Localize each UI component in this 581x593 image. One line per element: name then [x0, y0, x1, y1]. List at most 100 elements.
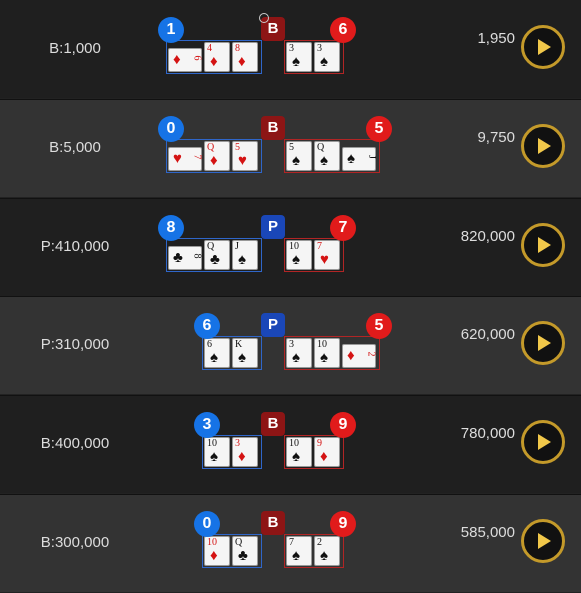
playing-card: Q ♦ [204, 141, 230, 171]
replay-button[interactable] [521, 223, 565, 267]
playing-card: 5 ♥ [232, 141, 258, 171]
card-suit-icon: ♦ [210, 152, 218, 169]
playing-card: 2 ♦ [342, 344, 377, 368]
card-suit-icon: ♠ [292, 152, 300, 169]
payout-amount: 620,000 [460, 326, 515, 343]
banker-score-badge: 7 [330, 215, 356, 241]
playing-card: 6 ♦ [168, 48, 203, 72]
playing-card: 3 ♠ [314, 42, 340, 72]
card-suit-icon: ♦ [347, 347, 355, 364]
card-suit-icon: ♣ [173, 249, 183, 266]
card-suit-icon: ♦ [173, 51, 181, 68]
card-rank: 7 [191, 154, 203, 160]
banker-score-badge: 5 [366, 116, 392, 142]
replay-button[interactable] [521, 519, 565, 563]
bet-amount: B:5,000 [49, 139, 101, 156]
winner-marker: B [261, 412, 285, 436]
history-row: P:410,000 8 ♣ Q ♣ J ♠ 10 ♠ 7 ♥ 8 7 P 820,000 [0, 198, 581, 296]
row-divider [0, 296, 581, 297]
card-suit-icon: ♠ [238, 349, 246, 366]
play-icon [538, 434, 551, 450]
player-score-badge: 3 [194, 412, 220, 438]
card-suit-icon: ♠ [292, 53, 300, 70]
bet-amount: B:300,000 [40, 534, 110, 551]
play-icon [538, 39, 551, 55]
payout-amount: 780,000 [460, 425, 515, 442]
card-suit-icon: ♦ [210, 53, 218, 70]
playing-card: 3 ♠ [286, 42, 312, 72]
history-row: B:400,000 10 ♠ 3 ♦ 10 ♠ 9 ♦ 3 9 B 780,000 [0, 395, 581, 493]
playing-card: Q ♣ [232, 536, 258, 566]
winner-marker: B [261, 116, 285, 140]
playing-card: 4 ♦ [204, 42, 230, 72]
bet-amount: P:310,000 [40, 336, 110, 353]
banker-score-badge: 9 [330, 412, 356, 438]
playing-card: K ♠ [232, 338, 258, 368]
card-suit-icon: ♠ [347, 150, 355, 167]
playing-card: 3 ♦ [232, 437, 258, 467]
playing-card: 10 ♠ [286, 437, 312, 467]
ring-icon [259, 13, 269, 23]
card-suit-icon: ♠ [292, 547, 300, 564]
playing-card: J ♠ [342, 147, 378, 171]
playing-card: J ♠ [232, 240, 258, 270]
playing-card: 5 ♠ [286, 141, 312, 171]
playing-card: 10 ♦ [204, 536, 230, 566]
bet-amount: B:400,000 [40, 435, 110, 452]
row-divider [0, 494, 581, 495]
payout-amount: 1,950 [477, 30, 515, 47]
playing-card: 6 ♠ [204, 338, 230, 368]
play-icon [538, 138, 551, 154]
card-rank: 6 [191, 55, 203, 61]
playing-card: 3 ♠ [286, 338, 312, 368]
history-row: B:5,000 7 ♥ Q ♦ 5 ♥ 5 ♠ Q ♠ J ♠ 0 5 B 9,750 [0, 99, 581, 197]
card-suit-icon: ♦ [210, 547, 218, 564]
payout-amount: 585,000 [460, 524, 515, 541]
replay-button[interactable] [521, 321, 565, 365]
playing-card: 7 ♠ [286, 536, 312, 566]
player-score-badge: 1 [158, 17, 184, 43]
replay-button[interactable] [521, 420, 565, 464]
card-suit-icon: ♠ [292, 251, 300, 268]
play-icon [538, 335, 551, 351]
history-row: B:1,000 6 ♦ 4 ♦ 8 ♦ 3 ♠ 3 ♠ 1 6 B 1,950 [0, 0, 581, 98]
playing-card: 10 ♠ [204, 437, 230, 467]
replay-button[interactable] [521, 25, 565, 69]
card-suit-icon: ♠ [292, 349, 300, 366]
history-row: B:300,000 10 ♦ Q ♣ 7 ♠ 2 ♠ 0 9 B 585,000 [0, 494, 581, 592]
card-suit-icon: ♠ [320, 547, 328, 564]
card-suit-icon: ♠ [210, 349, 218, 366]
player-score-badge: 8 [158, 215, 184, 241]
playing-card: 7 ♥ [168, 147, 203, 171]
card-suit-icon: ♥ [173, 150, 182, 167]
card-rank: J [366, 155, 378, 159]
row-divider [0, 99, 581, 100]
card-suit-icon: ♥ [320, 251, 329, 268]
playing-card: Q ♣ [204, 240, 230, 270]
banker-score-badge: 6 [330, 17, 356, 43]
card-suit-icon: ♠ [320, 152, 328, 169]
card-suit-icon: ♠ [320, 349, 328, 366]
banker-score-badge: 5 [366, 313, 392, 339]
history-row: P:310,000 6 ♠ K ♠ 3 ♠ 10 ♠ 2 ♦ 6 5 P 620,000 [0, 296, 581, 394]
card-suit-icon: ♠ [320, 53, 328, 70]
playing-card: 9 ♦ [314, 437, 340, 467]
playing-card: Q ♠ [314, 141, 340, 171]
round-history-list: B:1,000 6 ♦ 4 ♦ 8 ♦ 3 ♠ 3 ♠ 1 6 B 1,950 B:5,000 7 ♥ Q ♦ 5 ♥ 5 ♠… [0, 0, 581, 593]
playing-card: 8 ♦ [232, 42, 258, 72]
player-score-badge: 0 [158, 116, 184, 142]
card-suit-icon: ♦ [238, 53, 246, 70]
card-suit-icon: ♦ [320, 448, 328, 465]
playing-card: 10 ♠ [286, 240, 312, 270]
replay-button[interactable] [521, 124, 565, 168]
player-score-badge: 0 [194, 511, 220, 537]
card-suit-icon: ♠ [210, 448, 218, 465]
winner-marker: P [261, 215, 285, 239]
card-suit-icon: ♦ [238, 448, 246, 465]
card-suit-icon: ♥ [238, 152, 247, 169]
card-rank: 2 [365, 351, 377, 357]
row-divider [0, 198, 581, 199]
bet-amount: B:1,000 [49, 40, 101, 57]
bet-amount: P:410,000 [40, 238, 110, 255]
row-divider [0, 395, 581, 396]
